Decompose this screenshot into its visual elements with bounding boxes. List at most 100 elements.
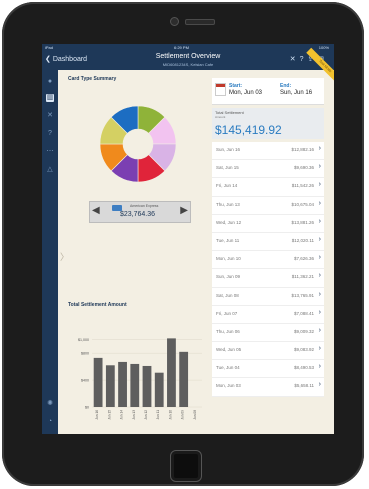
bar-1[interactable] <box>105 365 115 407</box>
x-tick-label: Jun 10 <box>168 410 172 420</box>
left-panel: Card Type Summary ◀ American Express $23… <box>68 76 208 426</box>
carrier-label: iPad <box>45 45 54 50</box>
settlement-amount: $8,490.53 <box>293 365 314 371</box>
date-range-card[interactable]: Start: Mon, Jun 03 End: Sun, Jun 16 <box>212 78 324 105</box>
chevron-right-icon: › <box>318 235 321 243</box>
list-item[interactable]: Tue, Jun 04 $8,490.53 › <box>212 360 324 379</box>
chevron-right-icon: › <box>318 290 321 298</box>
y-tick-label: $800 <box>81 352 89 356</box>
card-type-donut[interactable] <box>98 104 178 184</box>
list-item[interactable]: Fri, Jun 07 $7,088.41 › <box>212 305 324 324</box>
list-item[interactable]: Mon, Jun 10 $7,626.36 › <box>212 251 324 270</box>
bar-6[interactable] <box>167 338 176 407</box>
list-item[interactable]: Fri, Jun 14 $11,542.26 › <box>212 178 324 197</box>
bar-4[interactable] <box>142 365 152 407</box>
chevron-right-icon: › <box>318 272 321 280</box>
more-icon[interactable]: ⋯ <box>46 148 54 156</box>
card-type-selector: ◀ American Express $23,764.36 ▶ <box>89 201 191 223</box>
bar-5[interactable] <box>154 372 164 407</box>
settlement-amount: $11,362.21 <box>291 274 314 280</box>
bar-0[interactable] <box>93 357 103 407</box>
list-item[interactable]: Sat, Jun 15 $9,690.36 › <box>212 160 324 179</box>
bar-chart-svg: $1,000 $800 $400 $0 Jun 16 Jun 15 Jun 14 Jun 13… <box>78 338 202 420</box>
list-item[interactable]: Sat, Jun 08 $13,765.91 › <box>212 287 324 306</box>
list-item[interactable]: Tue, Jun 11 $12,020.11 › <box>212 232 324 252</box>
card-summary-title: Card Type Summary <box>68 76 117 82</box>
chart-icon[interactable]: ▥ <box>46 94 54 102</box>
settlement-date: Sat, Jun 08 <box>216 292 239 298</box>
settlement-amount: $7,626.36 <box>293 256 314 262</box>
x-tick-label: Jun 15 <box>107 410 111 420</box>
chevron-right-icon: › <box>318 326 321 334</box>
y-tick-label: $0 <box>85 406 89 410</box>
previous-card-button[interactable]: ◀ <box>92 205 100 216</box>
bar-3[interactable] <box>130 363 140 407</box>
list-item[interactable]: Mon, Jun 03 $5,658.11 › <box>212 378 324 397</box>
list-item[interactable]: Wed, Jun 05 $9,083.92 › <box>212 342 324 361</box>
settlement-amount: $10,675.04 <box>291 201 314 207</box>
question-icon[interactable]: ? <box>46 130 54 138</box>
back-label: Dashboard <box>52 56 88 63</box>
chevron-right-icon: › <box>318 363 321 371</box>
list-item[interactable]: Thu, Jun 06 $9,009.32 › <box>212 323 324 343</box>
total-settlement-card: Total Settlement Amount $145,419.92 <box>212 108 324 139</box>
settlement-amount: $9,690.36 <box>293 165 314 171</box>
x-tick-label: Jun 08 <box>193 410 197 420</box>
speaker-grille <box>185 19 215 25</box>
next-card-button[interactable]: ▶ <box>180 205 188 216</box>
app-screen: iPad 6:29 PM 100% ❮ Dashboard Settlement… <box>42 44 334 434</box>
settlement-date: Mon, Jun 10 <box>216 256 241 262</box>
settlement-chart-title: Total Settlement Amount <box>68 302 127 308</box>
sidebar: ● ▥ ✕ ? ⋯ △ ✺ ◔ <box>42 70 58 434</box>
settlement-date: Fri, Jun 07 <box>216 310 238 316</box>
x-tick-label: Jun 12 <box>144 410 148 420</box>
total-sublabel: Amount <box>215 115 226 119</box>
list-item[interactable]: Sun, Jun 09 $11,362.21 › <box>212 269 324 288</box>
settlement-date: Sun, Jun 09 <box>216 274 241 280</box>
chevron-left-icon: ❮ <box>45 56 51 63</box>
chevron-right-icon: › <box>318 145 321 152</box>
donut-chart <box>99 105 177 183</box>
page-subtitle: MID6081234S, Kelsian Cafe <box>162 62 214 67</box>
total-value: $145,419.92 <box>215 123 282 137</box>
settlement-date: Fri, Jun 14 <box>216 183 238 189</box>
page-title: Settlement Overview <box>155 53 221 60</box>
settlement-date: Thu, Jun 13 <box>216 201 240 207</box>
logout-icon[interactable]: ◔ <box>46 418 54 426</box>
microphone-icon[interactable]: ● <box>46 78 54 86</box>
settlement-date: Sat, Jun 15 <box>216 165 239 171</box>
settlement-date: Sun, Jun 16 <box>216 147 241 152</box>
list-item[interactable]: Wed, Jun 12 $13,881.26 › <box>212 214 324 233</box>
settlement-amount: $9,009.32 <box>293 328 314 334</box>
back-button[interactable]: ❮ Dashboard <box>45 55 87 63</box>
settlement-bar-chart: $1,000 $800 $400 $0 Jun 16 Jun 15 Jun 14 Jun 13… <box>68 331 208 431</box>
x-tick-label: Jun 13 <box>132 410 136 420</box>
settlement-date: Mon, Jun 03 <box>216 383 241 389</box>
end-date: Sun, Jun 16 <box>280 90 313 96</box>
settlement-amount: $12,020.11 <box>291 237 314 243</box>
list-item[interactable]: Sun, Jun 16 $12,882.16 › <box>212 142 324 161</box>
settlement-date: Wed, Jun 12 <box>216 219 242 225</box>
bar-2[interactable] <box>118 361 127 407</box>
close-icon[interactable]: ✕ <box>290 56 300 63</box>
chevron-right-icon: › <box>318 163 321 171</box>
status-bar: iPad 6:29 PM 100% <box>42 44 334 51</box>
calendar-icon <box>215 83 226 96</box>
start-label: Start: <box>229 83 243 89</box>
x-tick-label: Jun 14 <box>120 410 124 420</box>
x-tick-label: Jun 16 <box>95 410 99 420</box>
tools-icon[interactable]: ✕ <box>46 112 54 120</box>
alert-icon[interactable]: △ <box>46 166 54 174</box>
bar-7[interactable] <box>179 351 189 407</box>
settlement-amount: $9,083.92 <box>293 347 314 353</box>
settings-icon[interactable]: ✺ <box>46 400 54 408</box>
x-tick-label: Jun 09 <box>181 410 185 420</box>
settlement-date: Wed, Jun 05 <box>216 347 242 353</box>
home-button[interactable] <box>170 450 202 482</box>
chevron-right-icon: › <box>318 381 321 389</box>
settlement-amount: $5,658.11 <box>294 383 314 389</box>
list-item[interactable]: Thu, Jun 13 $10,675.04 › <box>212 196 324 215</box>
help-icon[interactable]: ? <box>300 56 308 63</box>
y-tick-label: $400 <box>81 379 89 383</box>
chevron-right-icon: › <box>318 308 321 316</box>
